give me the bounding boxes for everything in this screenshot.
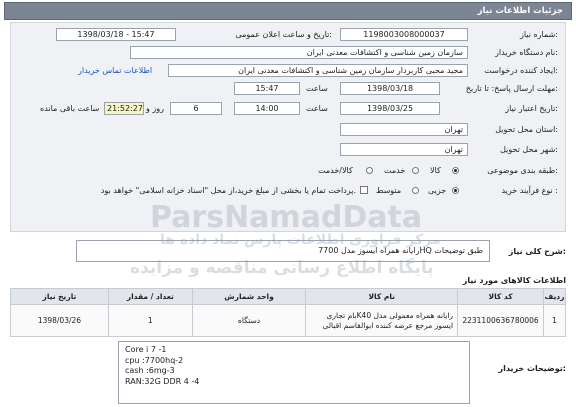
- category-both-label: کالا/خدمت: [318, 166, 353, 175]
- category-goods-label: کالا: [430, 166, 441, 175]
- cell-code: 2231100636780006: [457, 304, 545, 337]
- deadline-date-field[interactable]: 1398/03/18: [340, 82, 440, 95]
- city-label: شهر محل تحویل:: [500, 145, 558, 154]
- cell-row: 1: [543, 304, 566, 337]
- items-table: ردیف کد کالا نام کالا واحد شمارش تعداد /…: [10, 288, 566, 337]
- process-label: نوع فرآیند خرید :: [501, 186, 558, 195]
- col-unit: واحد شمارش: [191, 288, 307, 305]
- remaining-time-field: 21:52:27: [104, 102, 144, 115]
- days-label: روز و: [146, 104, 164, 113]
- buyer-notes-line: cash :6mg-3: [125, 366, 175, 375]
- col-date: تاریخ نیاز: [10, 288, 109, 305]
- creator-label: ایجاد کننده درخواست:: [484, 66, 558, 75]
- category-service-radio[interactable]: [412, 167, 419, 174]
- payment-note: پرداخت تمام یا بخشی از مبلغ خرید،از محل …: [100, 186, 356, 195]
- buyer-notes-line: RAN:32G DDR 4 -4: [125, 376, 200, 386]
- city-field[interactable]: تهران: [340, 143, 468, 156]
- creator-field[interactable]: مجید محبی کاربردار سازمان زمین شناسی و ا…: [168, 64, 468, 77]
- announce-field[interactable]: 1398/03/18 - 15:47: [56, 28, 176, 41]
- buyer-org-label: نام دستگاه خریدار:: [494, 48, 558, 57]
- table-row: 1 2231100636780006 رایانه همراه معمولی م…: [10, 304, 566, 337]
- process-minor-radio[interactable]: [452, 187, 459, 194]
- watermark-main: ParsNamadData: [150, 200, 423, 235]
- process-medium-label: متوسط: [376, 186, 402, 195]
- need-summary-label: شرح کلی نیاز:: [508, 247, 566, 256]
- validity-time-label: ساعت: [306, 104, 328, 113]
- category-service-label: خدمت: [384, 166, 406, 175]
- category-goods-radio[interactable]: [452, 167, 459, 174]
- process-medium-radio[interactable]: [412, 187, 419, 194]
- page-title: جزئیات اطلاعات نیاز: [477, 6, 563, 16]
- cell-unit: دستگاه: [191, 304, 307, 337]
- items-header-row: ردیف کد کالا نام کالا واحد شمارش تعداد /…: [10, 288, 566, 305]
- process-minor-label: جزیی: [428, 186, 447, 195]
- cell-date: 1398/03/26: [10, 304, 109, 337]
- buyer-notes-line: cpu :7700hq-2: [125, 355, 184, 365]
- page-header: جزئیات اطلاعات نیاز: [4, 2, 572, 20]
- deadline-time-field[interactable]: 15:47: [234, 82, 300, 95]
- category-label: طبقه بندی موضوعی:: [487, 166, 558, 175]
- contact-buyer-link[interactable]: اطلاعات تماس خریدار: [78, 66, 152, 75]
- remaining-label: ساعت باقی مانده: [40, 104, 100, 113]
- col-code: کد کالا: [457, 288, 545, 305]
- deadline-label: مهلت ارسال پاسخ: تا تاریخ:: [465, 84, 558, 93]
- col-qty: تعداد / مقدار: [107, 288, 193, 305]
- remaining-days-field: 6: [170, 102, 222, 115]
- validity-date-field[interactable]: 1398/03/25: [340, 102, 440, 115]
- validity-label: تاریخ اعتبار نیاز:: [505, 104, 558, 113]
- buyer-notes-box: Core i 7 -1 cpu :7700hq-2 cash :6mg-3 RA…: [118, 341, 470, 404]
- category-both-radio[interactable]: [366, 167, 373, 174]
- items-section-title: اطلاعات کالاهای مورد نیاز: [462, 276, 566, 285]
- validity-time-field[interactable]: 14:00: [234, 102, 300, 115]
- cell-qty: 1: [107, 304, 193, 337]
- deadline-time-label: ساعت: [306, 84, 328, 93]
- buyer-org-field[interactable]: سازمان زمین شناسی و اکتشافات معدنی ایران: [130, 46, 468, 59]
- province-label: استان محل تحویل:: [495, 125, 558, 134]
- province-field[interactable]: تهران: [340, 123, 468, 136]
- watermark-portal: پایگاه اطلاع رسانی مناقصه و مزایده: [130, 258, 434, 278]
- cell-name: رایانه همراه معمولی مدل K40بام تجاری ایس…: [305, 304, 459, 337]
- watermark-sub: مرکز فراوری اطلاعات پارس نماد داده ها: [160, 232, 441, 248]
- col-row: ردیف: [543, 288, 566, 305]
- treasury-payment-checkbox[interactable]: [360, 186, 368, 194]
- col-name: نام کالا: [305, 288, 459, 305]
- buyer-notes-line: Core i 7 -1: [125, 345, 167, 354]
- buyer-notes-label: توضیحات خریدار:: [498, 364, 566, 373]
- announce-label: تاریخ و ساعت اعلان عمومی:: [235, 30, 332, 39]
- need-number-field[interactable]: 1198003008000037: [340, 28, 468, 41]
- need-number-label: شماره نیاز:: [519, 30, 558, 39]
